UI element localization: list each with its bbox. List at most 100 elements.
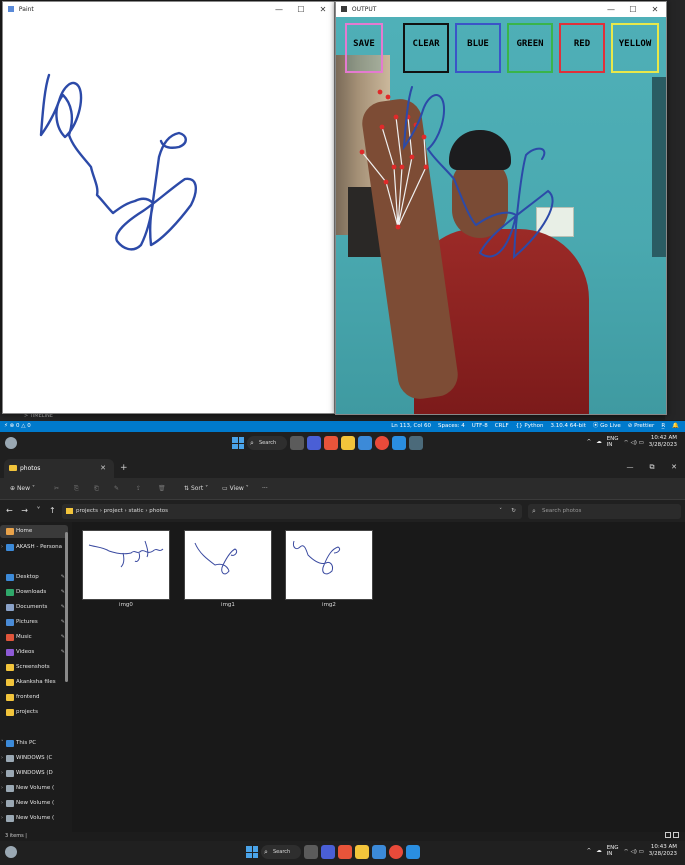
store-icon[interactable] xyxy=(372,845,386,859)
tray-chevron-icon[interactable]: ^ xyxy=(587,439,592,445)
blue-button[interactable]: BLUE xyxy=(455,23,501,73)
sidebar-item-drive[interactable]: › WINDOWS (C xyxy=(0,752,68,765)
sort-button[interactable]: ⇅ Sort ˅ xyxy=(184,478,208,500)
explorer-tab[interactable]: photos ✕ xyxy=(4,459,114,478)
status-item[interactable]: Ln 113, Col 60 xyxy=(391,423,431,429)
python-window-icon[interactable] xyxy=(409,436,423,450)
wifi-sound-battery-icons[interactable]: ⌔ ◁) ▭ xyxy=(624,848,644,855)
vscode-icon[interactable] xyxy=(406,845,420,859)
maximize-button[interactable]: ⧉ xyxy=(641,456,663,478)
paste-icon[interactable]: ⎗ xyxy=(94,478,99,500)
minimize-button[interactable]: — xyxy=(268,2,290,17)
expand-chevron-icon[interactable]: › xyxy=(1,541,3,554)
maximize-button[interactable]: ☐ xyxy=(622,2,644,17)
file-name[interactable]: img0 xyxy=(82,602,170,608)
file-explorer-icon[interactable] xyxy=(355,845,369,859)
chevron-down-icon[interactable]: ˅ xyxy=(499,504,502,519)
cut-icon[interactable]: ✂ xyxy=(54,478,59,500)
output-titlebar[interactable]: OUTPUT — ☐ ✕ xyxy=(336,2,666,17)
file-thumbnail-img1[interactable] xyxy=(184,530,272,600)
yellow-button[interactable]: YELLOW xyxy=(611,23,659,73)
breadcrumb-item[interactable]: photos xyxy=(149,508,168,514)
brave-icon[interactable] xyxy=(324,436,338,450)
sidebar-item-drive[interactable]: › WINDOWS (D xyxy=(0,767,68,780)
delete-icon[interactable]: 🗑 xyxy=(158,478,166,500)
maximize-button[interactable]: ☐ xyxy=(290,2,312,17)
sidebar-item-pictures[interactable]: Pictures ✎ xyxy=(0,616,68,629)
status-item[interactable]: CRLF xyxy=(495,423,509,429)
status-item[interactable]: Spaces: 4 xyxy=(438,423,465,429)
sidebar-item-home[interactable]: Home xyxy=(0,525,68,538)
chrome-icon[interactable] xyxy=(389,845,403,859)
status-item[interactable]: UTF-8 xyxy=(472,423,488,429)
status-item[interactable]: 3.10.4 64-bit xyxy=(550,423,585,429)
taskbar-search[interactable]: Search xyxy=(261,845,301,859)
tiles-view-icon[interactable] xyxy=(673,832,679,838)
sidebar-item-onedrive[interactable]: › AKASH - Persona xyxy=(0,541,68,554)
sidebar-item-frontend[interactable]: frontend xyxy=(0,691,68,704)
more-button[interactable]: ··· xyxy=(262,478,268,500)
new-tab-button[interactable]: + xyxy=(120,459,128,478)
task-view-icon[interactable] xyxy=(290,436,304,450)
breadcrumb-item[interactable]: static xyxy=(128,508,143,514)
expand-chevron-icon[interactable]: › xyxy=(1,767,3,780)
copy-icon[interactable]: ⎘ xyxy=(74,478,79,500)
sidebar-item-this-pc[interactable]: ˅ This PC xyxy=(0,737,68,750)
sidebar-item-documents[interactable]: Documents ✎ xyxy=(0,601,68,614)
status-item[interactable]: ⊘ Prettier xyxy=(628,423,655,429)
clock[interactable]: 10:43 AM 3/28/2023 xyxy=(649,844,677,858)
sidebar-item-drive[interactable]: › New Volume ( xyxy=(0,812,68,825)
file-thumbnail-img0[interactable] xyxy=(82,530,170,600)
paint-titlebar[interactable]: Paint — ☐ ✕ xyxy=(3,2,334,17)
sidebar-item-downloads[interactable]: Downloads ✎ xyxy=(0,586,68,599)
status-problems[interactable]: ⚡ ⊗ 0 △ 0 xyxy=(4,423,31,429)
breadcrumb-item[interactable]: projects xyxy=(76,508,98,514)
task-view-icon[interactable] xyxy=(304,845,318,859)
sidebar-item-desktop[interactable]: Desktop ✎ xyxy=(0,571,68,584)
clear-button[interactable]: CLEAR xyxy=(403,23,449,73)
sidebar-item-drive[interactable]: › New Volume ( xyxy=(0,782,68,795)
address-bar[interactable]: projects › project › static › photos ˅ ↻ xyxy=(62,504,522,519)
refresh-icon[interactable]: ↻ xyxy=(511,504,516,519)
view-button[interactable]: ▭ View ˅ xyxy=(222,478,249,500)
file-name[interactable]: img2 xyxy=(285,602,373,608)
brave-icon[interactable] xyxy=(338,845,352,859)
sidebar-item-projects[interactable]: projects xyxy=(0,706,68,719)
wifi-sound-battery-icons[interactable]: ⌔ ◁) ▭ xyxy=(624,439,644,446)
sidebar-item-music[interactable]: Music ✎ xyxy=(0,631,68,644)
green-button[interactable]: GREEN xyxy=(507,23,553,73)
minimize-button[interactable]: — xyxy=(619,456,641,478)
weather-icon[interactable] xyxy=(5,846,17,858)
file-thumbnail-img2[interactable] xyxy=(285,530,373,600)
tray-cloud-icon[interactable]: ☁ xyxy=(596,439,602,445)
taskbar-search[interactable]: Search xyxy=(247,436,287,450)
start-icon[interactable] xyxy=(232,437,244,449)
language-indicator[interactable]: ENG IN xyxy=(607,436,619,448)
status-item[interactable]: 🔔 xyxy=(672,423,679,429)
start-icon[interactable] xyxy=(246,846,258,858)
close-button[interactable]: ✕ xyxy=(644,2,666,17)
expand-chevron-icon[interactable]: › xyxy=(1,797,3,810)
sidebar-item-videos[interactable]: Videos ✎ xyxy=(0,646,68,659)
rename-icon[interactable]: ✎ xyxy=(114,478,119,500)
weather-icon[interactable] xyxy=(5,437,17,449)
tray-chevron-icon[interactable]: ^ xyxy=(587,848,592,854)
file-explorer-icon[interactable] xyxy=(341,436,355,450)
chat-icon[interactable] xyxy=(321,845,335,859)
close-button[interactable]: ✕ xyxy=(312,2,334,17)
status-item[interactable]: ⦿ Go Live xyxy=(593,423,621,429)
expand-chevron-icon[interactable]: › xyxy=(1,812,3,825)
red-button[interactable]: RED xyxy=(559,23,605,73)
expand-chevron-icon[interactable]: › xyxy=(1,782,3,795)
language-indicator[interactable]: ENG IN xyxy=(607,845,619,857)
chrome-icon[interactable] xyxy=(375,436,389,450)
breadcrumb-item[interactable]: project xyxy=(104,508,123,514)
new-button[interactable]: ⊕ New ˅ xyxy=(10,478,35,500)
save-button[interactable]: SAVE xyxy=(345,23,383,73)
status-item[interactable]: R̲ xyxy=(661,423,665,429)
navigation-buttons[interactable]: ← → ˅ ↑ xyxy=(6,500,56,522)
expand-chevron-icon[interactable]: › xyxy=(1,752,3,765)
sidebar-item-drive[interactable]: › New Volume ( xyxy=(0,797,68,810)
close-button[interactable]: ✕ xyxy=(663,456,685,478)
sidebar-item-akanksha-files[interactable]: Akanksha files xyxy=(0,676,68,689)
